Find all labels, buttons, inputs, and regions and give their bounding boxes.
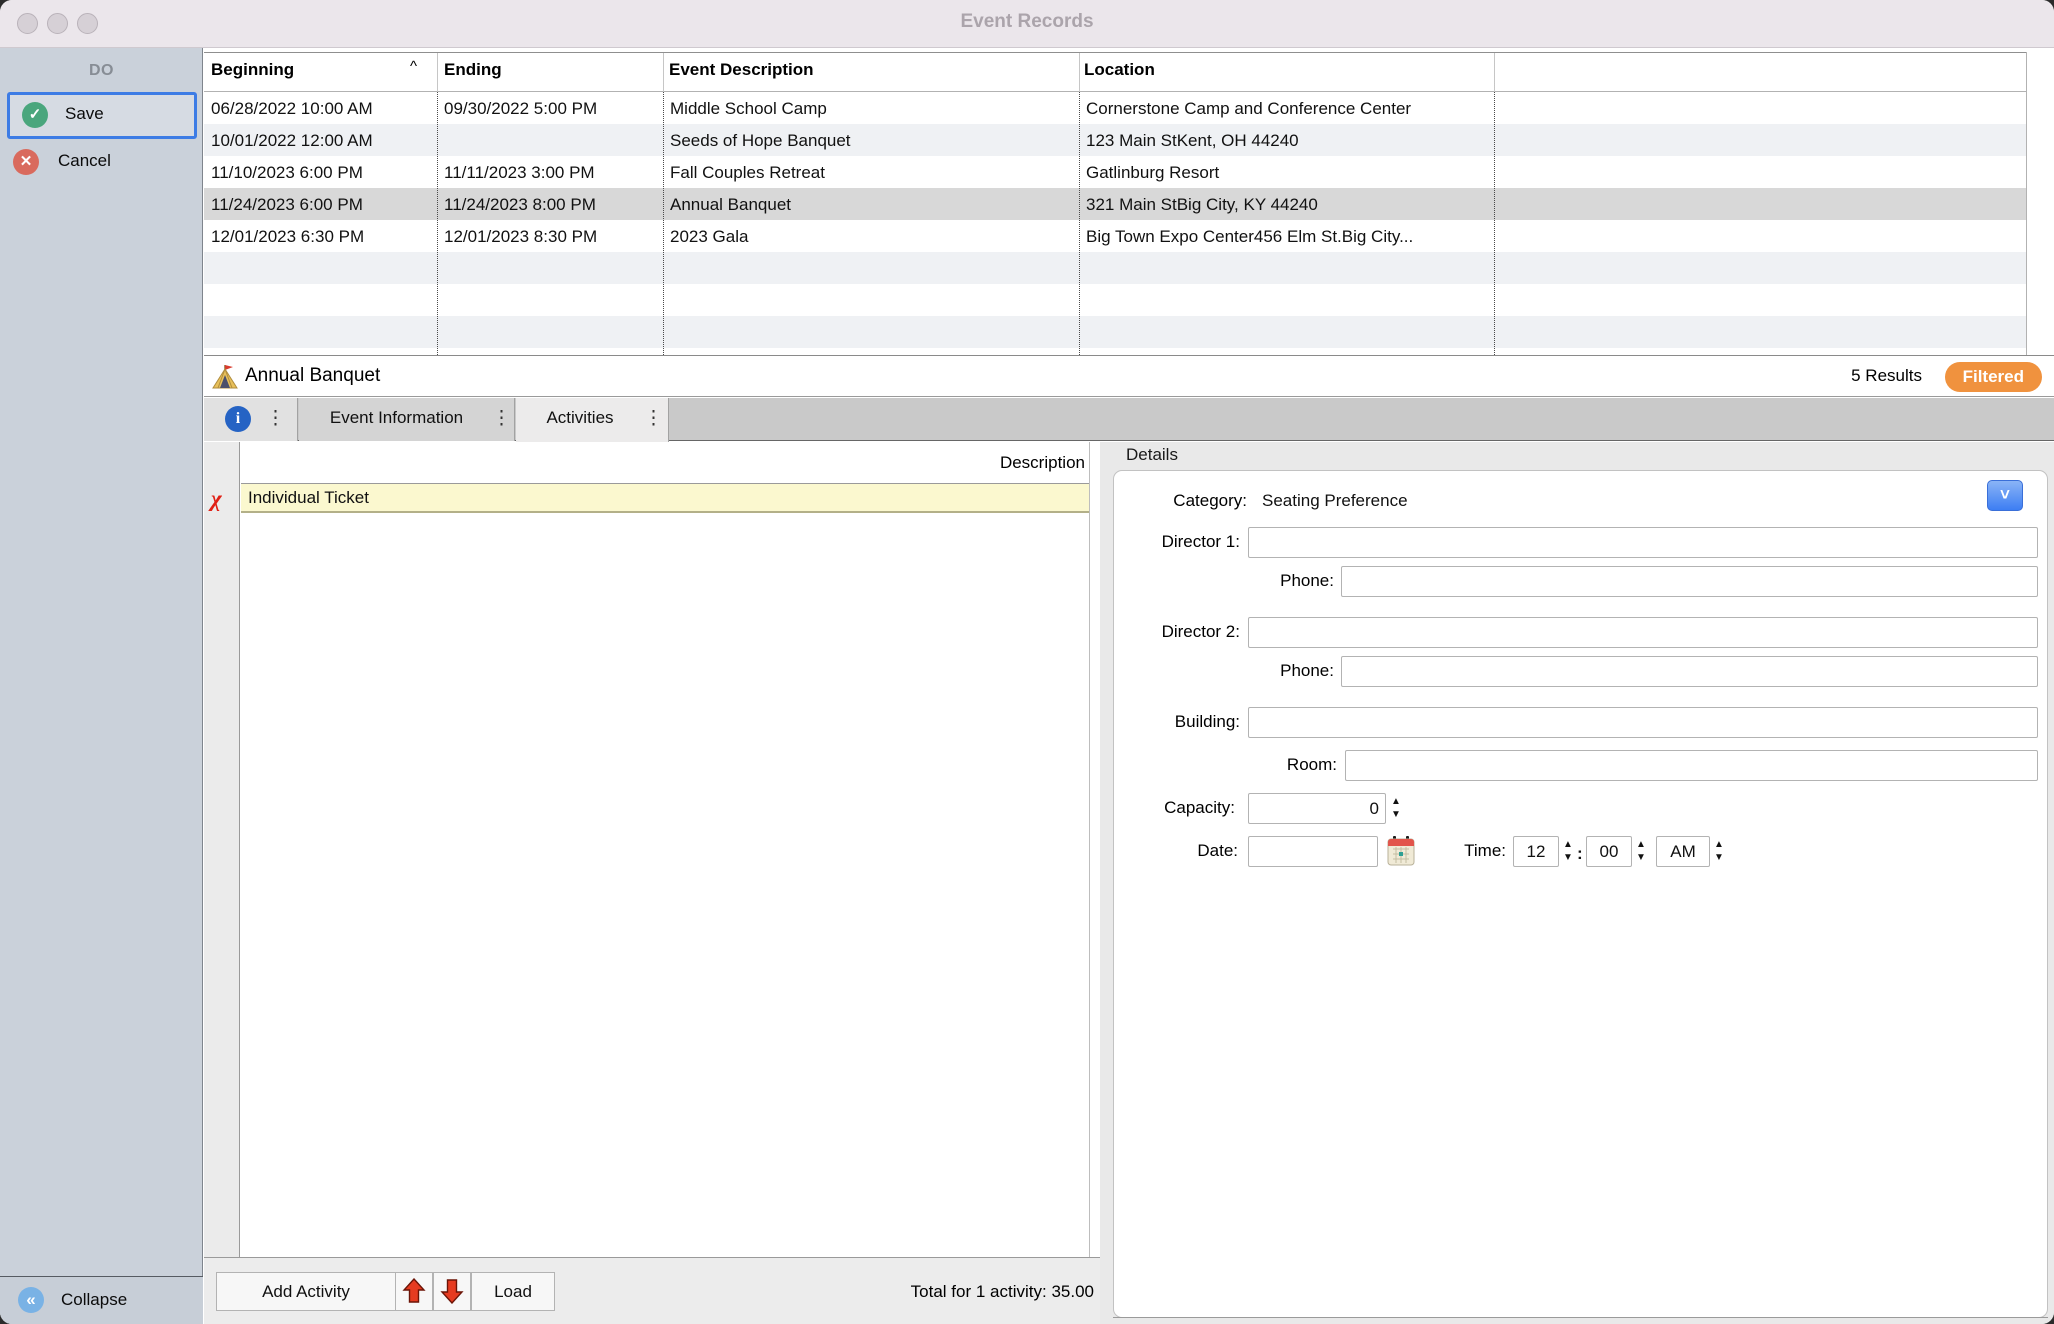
category-value[interactable]: Seating Preference xyxy=(1262,491,1408,511)
cancel-button[interactable]: ✕ Cancel xyxy=(0,146,203,186)
tab-activities-label: Activities xyxy=(504,408,656,428)
table-row-empty[interactable] xyxy=(204,284,2026,316)
cancel-x-icon: ✕ xyxy=(13,149,39,175)
capacity-field[interactable] xyxy=(1248,793,1386,824)
minute-stepper[interactable]: ▲▼ xyxy=(1634,838,1648,866)
chevron-down-icon: ˅ xyxy=(2000,485,2010,504)
director1-field[interactable] xyxy=(1248,527,2038,558)
activities-panel: Description χ Individual Ticket xyxy=(204,442,1100,1257)
capacity-label: Capacity: xyxy=(1120,798,1235,822)
room-label: Room: xyxy=(1250,755,1337,779)
window-title: Event Records xyxy=(0,11,2054,33)
add-activity-button[interactable]: Add Activity xyxy=(216,1272,396,1311)
title-bar: Event Records xyxy=(0,0,2054,48)
building-label: Building: xyxy=(1120,712,1240,736)
activity-row-gutter xyxy=(204,442,240,1257)
save-check-icon: ✓ xyxy=(22,102,48,128)
column-header-ending[interactable]: Ending xyxy=(444,60,502,80)
red-down-arrow-icon xyxy=(440,1278,464,1304)
table-row-empty xyxy=(204,348,2026,355)
table-row-empty[interactable] xyxy=(204,316,2026,348)
time-meridiem-field[interactable] xyxy=(1656,836,1710,867)
table-row[interactable]: 10/01/2022 12:00 AM Seeds of Hope Banque… xyxy=(204,124,2026,156)
table-row-selected[interactable]: 11/24/2023 6:00 PM 11/24/2023 8:00 PM An… xyxy=(204,188,2026,220)
sidebar-header: DO xyxy=(0,62,203,80)
date-label: Date: xyxy=(1120,841,1238,865)
tab-event-information-label: Event Information xyxy=(289,408,504,428)
table-row-empty[interactable] xyxy=(204,252,2026,284)
phone2-label: Phone: xyxy=(1250,661,1334,685)
activity-row[interactable]: Individual Ticket xyxy=(241,483,1089,513)
delete-activity-icon[interactable]: χ xyxy=(211,486,222,512)
activity-description: Individual Ticket xyxy=(248,488,369,507)
collapse-button-label: Collapse xyxy=(61,1290,127,1310)
tab-event-information[interactable]: Event Information ⋮ xyxy=(299,398,515,441)
sort-asc-icon[interactable]: ^ xyxy=(410,58,417,75)
column-header-event-description[interactable]: Event Description xyxy=(669,60,814,80)
category-dropdown-button[interactable]: ˅ xyxy=(1987,480,2023,511)
director1-label: Director 1: xyxy=(1120,532,1240,556)
building-field[interactable] xyxy=(1248,707,2038,738)
column-separator xyxy=(663,92,664,355)
activities-total: Total for 1 activity: 35.00 xyxy=(911,1282,1094,1302)
director2-label: Director 2: xyxy=(1120,622,1240,646)
results-count: 5 Results xyxy=(1851,366,1922,386)
column-header-beginning[interactable]: Beginning xyxy=(211,60,294,80)
stepper-down-icon: ▼ xyxy=(1389,808,1403,821)
details-region: Details Category: Seating Preference ˅ D… xyxy=(1100,442,2054,1324)
cancel-button-label: Cancel xyxy=(58,151,111,171)
kebab-icon[interactable]: ⋮ xyxy=(644,407,663,430)
event-records-window: Event Records DO ✓ Save ✕ Cancel « Colla… xyxy=(0,0,2054,1324)
details-panel xyxy=(1113,470,2048,1318)
info-icon[interactable]: i xyxy=(225,406,251,432)
hour-stepper[interactable]: ▲▼ xyxy=(1561,838,1575,866)
director2-field[interactable] xyxy=(1248,617,2038,648)
table-row[interactable]: 11/10/2023 6:00 PM 11/11/2023 3:00 PM Fa… xyxy=(204,156,2026,188)
move-up-button[interactable] xyxy=(395,1272,433,1311)
phone1-field[interactable] xyxy=(1341,566,2038,597)
details-legend: Details xyxy=(1126,445,1178,465)
save-button-label: Save xyxy=(65,104,104,124)
table-row[interactable]: 12/01/2023 6:30 PM 12/01/2023 8:30 PM 20… xyxy=(204,220,2026,252)
kebab-icon[interactable]: ⋮ xyxy=(266,407,285,430)
column-separator xyxy=(437,92,438,355)
phone1-label: Phone: xyxy=(1250,571,1334,595)
capacity-stepper[interactable]: ▲ ▼ xyxy=(1389,795,1403,823)
filtered-badge[interactable]: Filtered xyxy=(1945,362,2042,392)
collapse-button[interactable]: « Collapse xyxy=(0,1276,203,1324)
save-button[interactable]: ✓ Save xyxy=(7,92,197,139)
record-title: Annual Banquet xyxy=(245,365,380,387)
move-down-button[interactable] xyxy=(433,1272,471,1311)
stepper-up-icon: ▲ xyxy=(1389,795,1403,808)
activity-column-header: Description xyxy=(241,453,1085,473)
table-row[interactable]: 06/28/2022 10:00 AM 09/30/2022 5:00 PM M… xyxy=(204,92,2026,124)
column-header-location[interactable]: Location xyxy=(1084,60,1155,80)
record-header: Annual Banquet 5 Results Filtered xyxy=(204,357,2054,397)
meridiem-stepper[interactable]: ▲▼ xyxy=(1712,838,1726,866)
category-label: Category: xyxy=(1120,491,1247,515)
collapse-chevrons-icon: « xyxy=(18,1287,44,1313)
column-separator xyxy=(1079,92,1080,355)
calendar-icon[interactable] xyxy=(1386,835,1416,867)
time-minute-field[interactable] xyxy=(1586,836,1632,867)
column-separator xyxy=(1494,92,1495,355)
activities-footer: Add Activity Load Total for 1 activity: … xyxy=(204,1257,1100,1324)
tab-bar: i ⋮ Event Information ⋮ Activities ⋮ xyxy=(204,398,2054,441)
red-up-arrow-icon xyxy=(402,1278,426,1304)
time-separator: : xyxy=(1577,844,1583,864)
time-hour-field[interactable] xyxy=(1513,836,1559,867)
event-tent-icon xyxy=(211,363,239,391)
tab-info-segment: i ⋮ xyxy=(204,398,298,441)
phone2-field[interactable] xyxy=(1341,656,2038,687)
room-field[interactable] xyxy=(1345,750,2038,781)
tab-activities[interactable]: Activities ⋮ xyxy=(516,398,669,442)
load-button[interactable]: Load xyxy=(471,1272,555,1311)
table-scrollbar[interactable] xyxy=(2026,52,2054,355)
time-label: Time: xyxy=(1448,841,1506,865)
sidebar: DO ✓ Save ✕ Cancel « Collapse xyxy=(0,48,203,1324)
date-field[interactable] xyxy=(1248,836,1378,867)
